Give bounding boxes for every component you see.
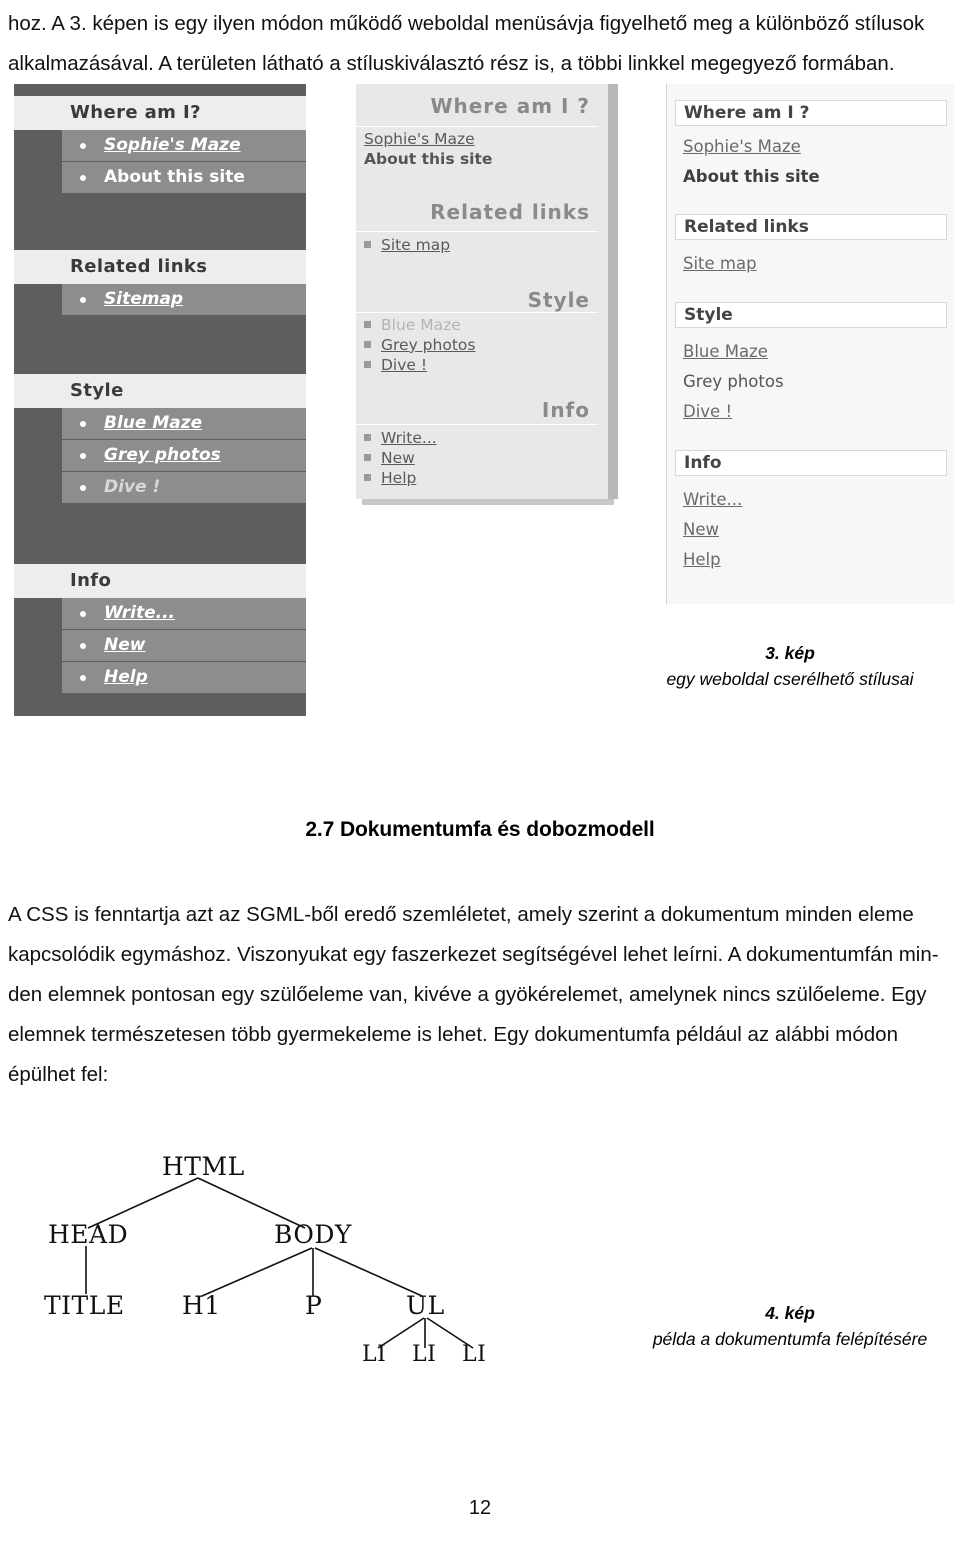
tree-node-p: P [305, 1291, 323, 1320]
square-bullet-icon [364, 434, 371, 441]
body-line-5: épülhet fel: [8, 1063, 109, 1086]
page-number: 12 [468, 1497, 492, 1519]
light-heading-info: Info [675, 450, 947, 476]
grey-item-grey-photos[interactable]: Grey photos [364, 336, 475, 354]
intro-line-1: hoz. A 3. képen is egy ilyen módon működ… [8, 12, 925, 35]
light-heading-style: Style [675, 302, 947, 328]
grey-heading-info: Info [541, 398, 590, 422]
divider [356, 312, 598, 313]
square-bullet-icon [364, 321, 371, 328]
light-item-grey-photos[interactable]: Grey photos [683, 372, 784, 391]
bullet-icon [80, 485, 86, 491]
dark-heading-where-am-i: Where am I? [14, 96, 306, 130]
dark-heading-related-links: Related links [14, 250, 306, 284]
dark-item-blue-maze[interactable]: Blue Maze [62, 408, 306, 439]
scrollbar[interactable] [608, 84, 618, 499]
grey-item-sophies-maze[interactable]: Sophie's Maze [364, 130, 475, 148]
dark-item-new[interactable]: New [62, 630, 306, 661]
dark-item-about-this-site[interactable]: About this site [62, 162, 306, 193]
square-bullet-icon [364, 341, 371, 348]
tree-node-h1: H1 [182, 1291, 221, 1320]
dark-item-sitemap[interactable]: Sitemap [62, 284, 306, 315]
grey-heading-style: Style [527, 288, 590, 312]
square-bullet-icon [364, 241, 371, 248]
section-heading: 2.7 Dokumentumfa és dobozmodell [305, 818, 655, 841]
dark-theme-menu-panel: Where am I? Sophie's Maze About this sit… [14, 84, 306, 716]
dark-heading-style: Style [14, 374, 306, 408]
light-heading-related-links: Related links [675, 214, 947, 240]
square-bullet-icon [364, 454, 371, 461]
light-item-site-map[interactable]: Site map [683, 254, 757, 273]
light-heading-where-am-i: Where am I ? [675, 100, 947, 126]
body-line-4: elemnek természetesen több gyermekeleme … [8, 1023, 898, 1046]
grey-item-write[interactable]: Write... [364, 429, 437, 447]
square-bullet-icon [364, 361, 371, 368]
dark-item-grey-photos[interactable]: Grey photos [62, 440, 306, 471]
figure-4-document-tree: HTML HEAD BODY TITLE H1 P UL LI LI LI [10, 1136, 550, 1376]
light-item-blue-maze[interactable]: Blue Maze [683, 342, 768, 361]
figure-4-caption-text: példa a dokumentumfa felépítésére [652, 1329, 928, 1349]
section-body: A CSS is fenntartja azt az SGML-ből ered… [8, 895, 952, 1095]
figure-4-caption: 4. kép példa a dokumentumfa felépítésére [630, 1300, 950, 1352]
figure-3-caption: 3. kép egy weboldal cserélhető stílusai [630, 640, 950, 692]
square-bullet-icon [364, 474, 371, 481]
tree-edges [85, 1177, 474, 1349]
divider [356, 424, 598, 425]
grey-item-about-this-site[interactable]: About this site [364, 150, 492, 168]
tree-node-head: HEAD [48, 1220, 129, 1249]
tree-node-title: TITLE [44, 1291, 125, 1320]
tree-node-body: BODY [274, 1220, 352, 1249]
bullet-icon [80, 143, 86, 149]
light-item-dive[interactable]: Dive ! [683, 402, 732, 421]
grey-item-site-map[interactable]: Site map [364, 236, 450, 254]
tree-node-li-1: LI [362, 1342, 387, 1367]
body-line-3: den elemnek pontosan egy szülőeleme van,… [8, 983, 927, 1006]
intro-paragraph: hoz. A 3. képen is egy ilyen módon működ… [8, 4, 952, 84]
bullet-icon [80, 453, 86, 459]
body-line-2: kapcsolódik egymáshoz. Viszonyukat egy f… [8, 943, 939, 966]
dark-heading-info: Info [14, 564, 306, 598]
grey-heading-where-am-i: Where am I ? [430, 94, 590, 118]
divider [356, 231, 598, 232]
tree-node-html: HTML [162, 1152, 245, 1181]
bullet-icon [80, 297, 86, 303]
body-line-1: A CSS is fenntartja azt az SGML-ből ered… [8, 903, 914, 926]
bullet-icon [80, 421, 86, 427]
divider [356, 126, 598, 127]
light-theme-menu-panel: Where am I ? Sophie's Maze About this si… [666, 84, 954, 604]
bullet-icon [80, 611, 86, 617]
figure-3-caption-number: 3. kép [765, 643, 815, 663]
grey-item-blue-maze[interactable]: Blue Maze [364, 316, 461, 334]
light-item-sophies-maze[interactable]: Sophie's Maze [683, 137, 801, 156]
tree-node-ul: UL [406, 1291, 445, 1320]
figure-4-caption-number: 4. kép [765, 1303, 815, 1323]
figure-3-caption-text: egy weboldal cserélhető stílusai [666, 669, 914, 689]
bullet-icon [80, 175, 86, 181]
light-item-help[interactable]: Help [683, 550, 721, 569]
tree-node-li-3: LI [462, 1342, 487, 1367]
dark-item-help[interactable]: Help [62, 662, 306, 693]
grey-item-dive[interactable]: Dive ! [364, 356, 427, 374]
light-item-new[interactable]: New [683, 520, 719, 539]
tree-node-li-2: LI [412, 1342, 437, 1367]
dark-item-sophies-maze[interactable]: Sophie's Maze [62, 130, 306, 161]
intro-line-2: alkalmazásával. A területen látható a st… [8, 52, 895, 75]
bullet-icon [80, 675, 86, 681]
dark-item-dive[interactable]: Dive ! [62, 472, 306, 503]
grey-theme-menu-panel: Where am I ? Sophie's Maze About this si… [356, 84, 618, 499]
grey-heading-related-links: Related links [430, 200, 590, 224]
dark-item-write[interactable]: Write... [62, 598, 306, 629]
light-item-write[interactable]: Write... [683, 490, 742, 509]
grey-item-help[interactable]: Help [364, 469, 416, 487]
bullet-icon [80, 643, 86, 649]
figure-3-screenshots: Where am I? Sophie's Maze About this sit… [0, 84, 960, 716]
grey-item-new[interactable]: New [364, 449, 415, 467]
light-item-about-this-site[interactable]: About this site [683, 167, 820, 186]
